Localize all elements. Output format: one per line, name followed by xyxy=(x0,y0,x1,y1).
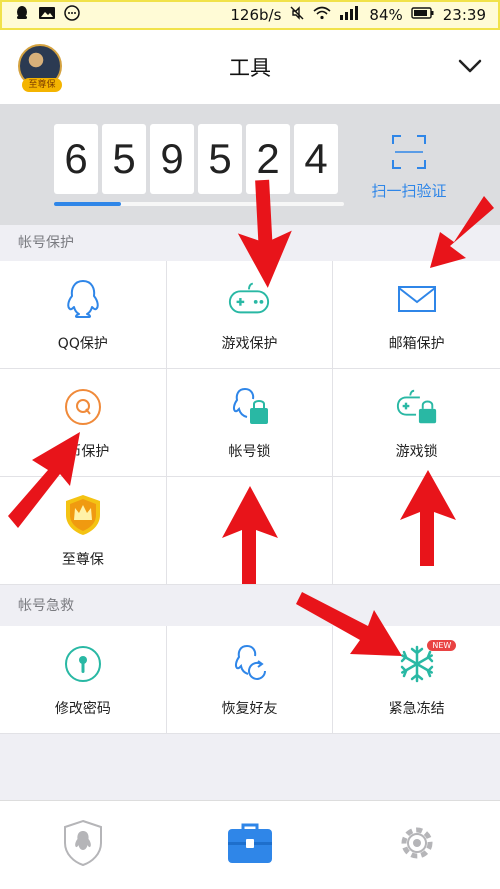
qq-penguin-icon xyxy=(61,277,105,321)
tool-supreme-protection[interactable]: 至尊保 xyxy=(0,477,167,585)
tab-protection[interactable] xyxy=(0,801,167,889)
status-bar: 126b/s 84% 23:39 xyxy=(0,0,500,30)
tool-label: 帐号锁 xyxy=(228,443,271,460)
tool-qcoin-protection[interactable]: Q币保护 xyxy=(0,369,167,477)
token-digits: 6 5 9 5 2 4 xyxy=(54,124,338,194)
tool-change-password[interactable]: 修改密码 xyxy=(0,626,167,734)
token-panel: 6 5 9 5 2 4 扫一扫验证 xyxy=(0,104,500,225)
game-lock-icon xyxy=(395,385,439,429)
scan-frame-icon xyxy=(364,134,454,170)
page-title: 工具 xyxy=(229,56,271,80)
token-digit: 6 xyxy=(54,124,98,194)
token-digit: 4 xyxy=(294,124,338,194)
tool-email-protection[interactable]: 邮箱保护 xyxy=(333,261,500,369)
tool-restore-friends[interactable]: 恢复好友 xyxy=(166,626,334,734)
empty-cell xyxy=(166,477,334,585)
tool-label: 至尊保 xyxy=(61,551,104,568)
section-title-emergency: 帐号急救 xyxy=(0,588,500,624)
gamepad-icon xyxy=(227,277,271,321)
tool-label: 游戏锁 xyxy=(395,443,438,460)
gear-icon xyxy=(395,821,439,869)
tool-qq-protection[interactable]: QQ保护 xyxy=(0,261,167,369)
chat-notification-icon xyxy=(64,5,80,25)
password-key-icon xyxy=(61,642,105,686)
tool-label: QQ保护 xyxy=(57,335,108,352)
header-bar: 至尊保 工具 xyxy=(0,30,500,104)
restore-friends-icon xyxy=(227,642,271,686)
tool-label: Q币保护 xyxy=(56,443,110,460)
token-digit: 5 xyxy=(198,124,242,194)
mute-icon xyxy=(289,5,305,25)
token-countdown-fill xyxy=(54,202,121,206)
new-badge: NEW xyxy=(427,640,457,651)
account-lock-icon xyxy=(227,385,271,429)
tool-label: 紧急冻结 xyxy=(388,700,445,717)
wifi-icon xyxy=(313,5,331,25)
toolbox-icon xyxy=(226,821,274,869)
tool-account-lock[interactable]: 帐号锁 xyxy=(166,369,334,477)
clock: 23:39 xyxy=(442,6,486,24)
battery-icon xyxy=(411,6,435,24)
token-countdown-bar xyxy=(54,202,344,206)
supreme-shield-icon xyxy=(61,493,105,537)
qq-notification-icon xyxy=(14,5,30,25)
section-title-account-protection: 帐号保护 xyxy=(0,225,500,261)
image-notification-icon xyxy=(38,5,56,25)
signal-icon xyxy=(339,5,361,25)
tool-label: 修改密码 xyxy=(54,700,111,717)
tool-game-lock[interactable]: 游戏锁 xyxy=(333,369,500,477)
tool-emergency-freeze[interactable]: NEW 紧急冻结 xyxy=(333,626,500,734)
battery-percent: 84% xyxy=(369,6,403,24)
token-digit: 2 xyxy=(246,124,290,194)
token-digit: 5 xyxy=(102,124,146,194)
mail-icon xyxy=(395,277,439,321)
avatar-badge: 至尊保 xyxy=(22,78,62,92)
tab-tools[interactable] xyxy=(167,801,334,889)
tool-label: 游戏保护 xyxy=(221,335,278,352)
empty-cell xyxy=(333,477,500,585)
tab-settings[interactable] xyxy=(333,801,500,889)
scan-verify-label: 扫一扫验证 xyxy=(371,182,447,200)
scan-verify-button[interactable]: 扫一扫验证 xyxy=(364,134,454,201)
q-coin-icon xyxy=(61,385,105,429)
shield-qq-icon xyxy=(62,819,104,871)
bottom-tab-bar xyxy=(0,800,500,889)
account-protection-grid: QQ保护 游戏保护 邮箱保护 Q币保护 帐号锁 游戏锁 至尊保 xyxy=(0,261,500,585)
net-speed: 126b/s xyxy=(230,6,282,24)
tool-label: 恢复好友 xyxy=(221,700,278,717)
tool-game-protection[interactable]: 游戏保护 xyxy=(166,261,334,369)
tool-label: 邮箱保护 xyxy=(388,335,445,352)
token-digit: 9 xyxy=(150,124,194,194)
chevron-down-icon[interactable] xyxy=(458,54,482,78)
emergency-grid: 修改密码 恢复好友 NEW 紧急冻结 xyxy=(0,626,500,734)
